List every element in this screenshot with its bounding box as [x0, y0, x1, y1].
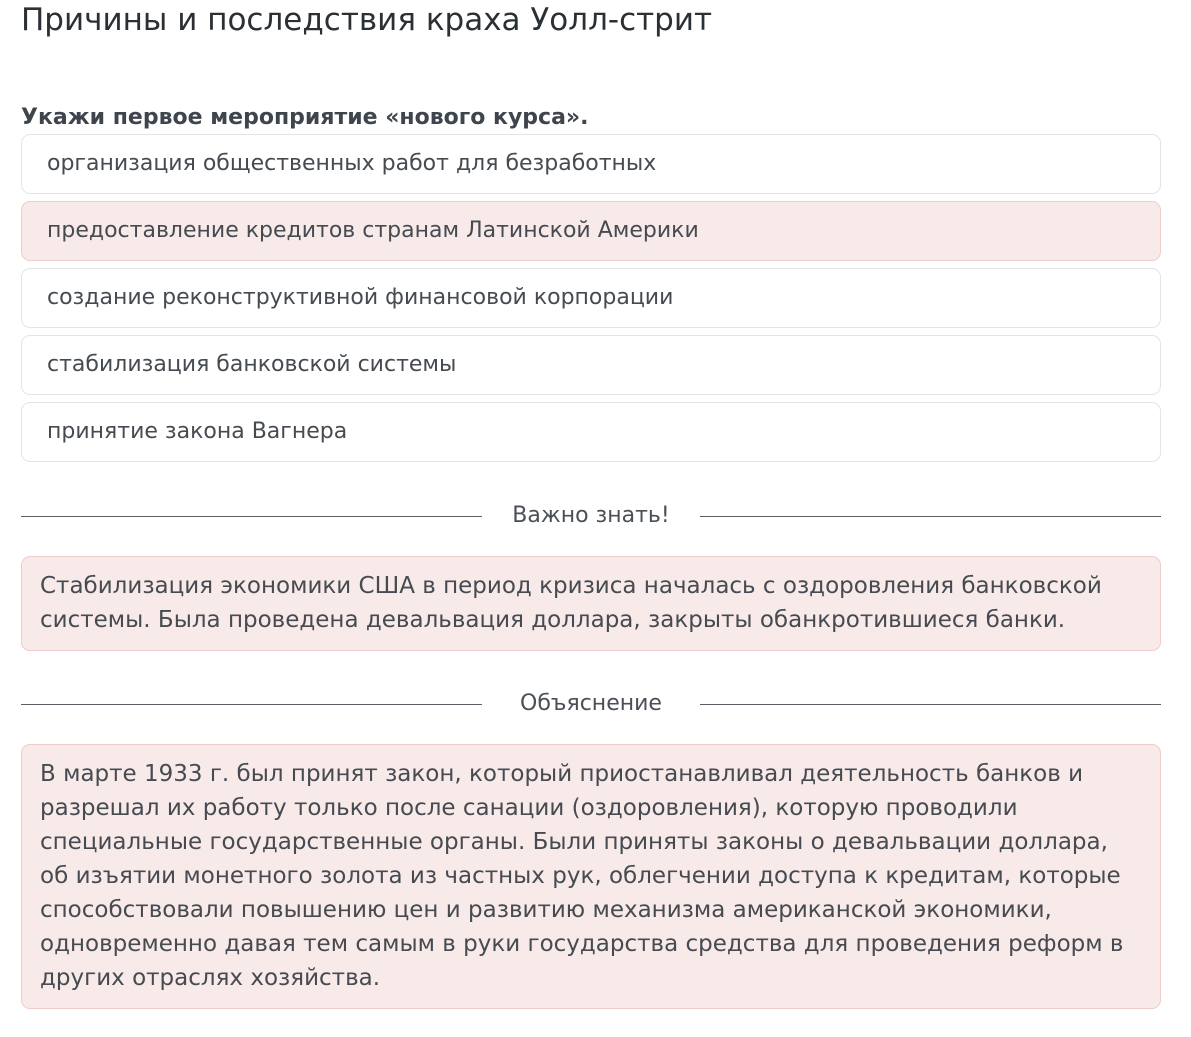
divider-line-right	[700, 704, 1161, 705]
divider-line-left	[21, 704, 482, 705]
explanation-heading: Объяснение	[520, 691, 662, 716]
answer-option[interactable]: стабилизация банковской системы	[21, 335, 1161, 395]
answer-option-label: стабилизация банковской системы	[47, 352, 457, 377]
important-panel: Стабилизация экономики США в период криз…	[21, 556, 1161, 651]
answer-option[interactable]: предоставление кредитов странам Латинско…	[21, 201, 1161, 261]
important-divider: Важно знать!	[21, 501, 1161, 531]
explanation-text: В марте 1933 г. был принят закон, которы…	[40, 761, 1124, 991]
answer-option-label: организация общественных работ для безра…	[47, 151, 657, 176]
answer-options: организация общественных работ для безра…	[21, 134, 1161, 469]
important-heading: Важно знать!	[512, 503, 670, 528]
answer-option-label: предоставление кредитов странам Латинско…	[47, 218, 699, 243]
lesson-page: Причины и последствия краха Уолл-стрит У…	[0, 0, 1191, 1037]
page-title: Причины и последствия краха Уолл-стрит	[21, 2, 713, 38]
explanation-panel: В марте 1933 г. был принят закон, которы…	[21, 744, 1161, 1009]
explanation-divider: Объяснение	[21, 689, 1161, 719]
divider-line-left	[21, 516, 482, 517]
important-text: Стабилизация экономики США в период криз…	[40, 573, 1102, 633]
answer-option[interactable]: принятие закона Вагнера	[21, 402, 1161, 462]
answer-option[interactable]: организация общественных работ для безра…	[21, 134, 1161, 194]
answer-option[interactable]: создание реконструктивной финансовой кор…	[21, 268, 1161, 328]
divider-line-right	[700, 516, 1161, 517]
question-text: Укажи первое мероприятие «нового курса».	[21, 105, 589, 130]
answer-option-label: принятие закона Вагнера	[47, 419, 348, 444]
answer-option-label: создание реконструктивной финансовой кор…	[47, 285, 674, 310]
